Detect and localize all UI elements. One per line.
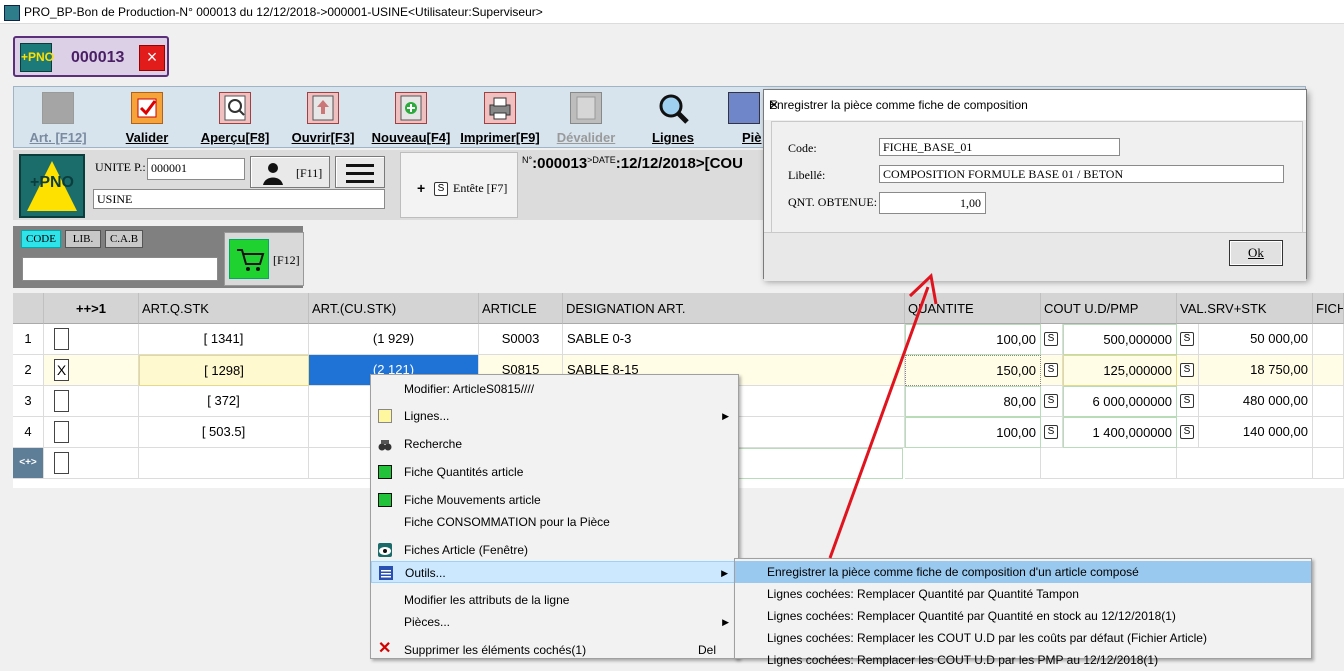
- annotation-arrow: [828, 272, 938, 559]
